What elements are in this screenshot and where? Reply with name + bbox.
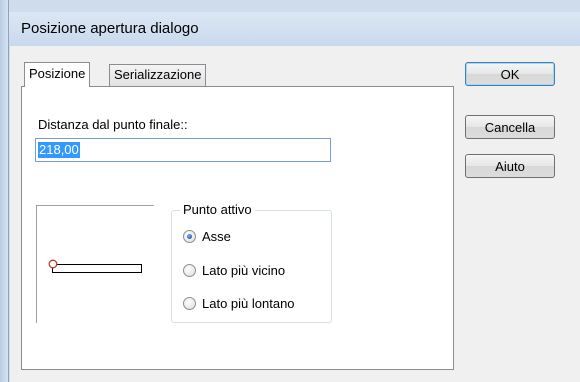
tab-serializzazione[interactable]: Serializzazione — [109, 64, 207, 86]
tab-posizione[interactable]: Posizione — [24, 62, 91, 87]
radio-checked-icon[interactable] — [183, 229, 196, 243]
radio-lato-piu-vicino-label: Lato più vicino — [202, 262, 286, 278]
window-frame-left — [0, 0, 9, 382]
radio-asse[interactable]: Asse — [183, 227, 231, 245]
distance-input[interactable]: 218,00 — [35, 138, 331, 162]
active-point-title: Punto attivo — [180, 202, 255, 217]
dialog-window: Posizione apertura dialogo Posizione Ser… — [0, 0, 580, 382]
title-bar[interactable]: Posizione apertura dialogo — [9, 12, 580, 50]
cancel-button[interactable]: Cancella — [465, 115, 555, 139]
radio-unchecked-icon[interactable] — [183, 263, 196, 277]
radio-asse-label: Asse — [202, 228, 231, 244]
ok-button[interactable]: OK — [465, 62, 555, 86]
radio-lato-piu-vicino[interactable]: Lato più vicino — [183, 261, 285, 279]
opening-rectangle — [52, 264, 142, 273]
window-title: Posizione apertura dialogo — [21, 20, 199, 37]
help-button[interactable]: Aiuto — [465, 154, 555, 178]
radio-unchecked-icon[interactable] — [183, 296, 196, 310]
active-point-marker — [48, 259, 58, 269]
radio-lato-piu-lontano[interactable]: Lato più lontano — [183, 294, 295, 312]
distance-value: 218,00 — [38, 142, 80, 158]
distance-label: Distanza dal punto finale:: — [38, 117, 188, 132]
position-preview — [36, 205, 154, 323]
radio-lato-piu-lontano-label: Lato più lontano — [202, 295, 295, 311]
